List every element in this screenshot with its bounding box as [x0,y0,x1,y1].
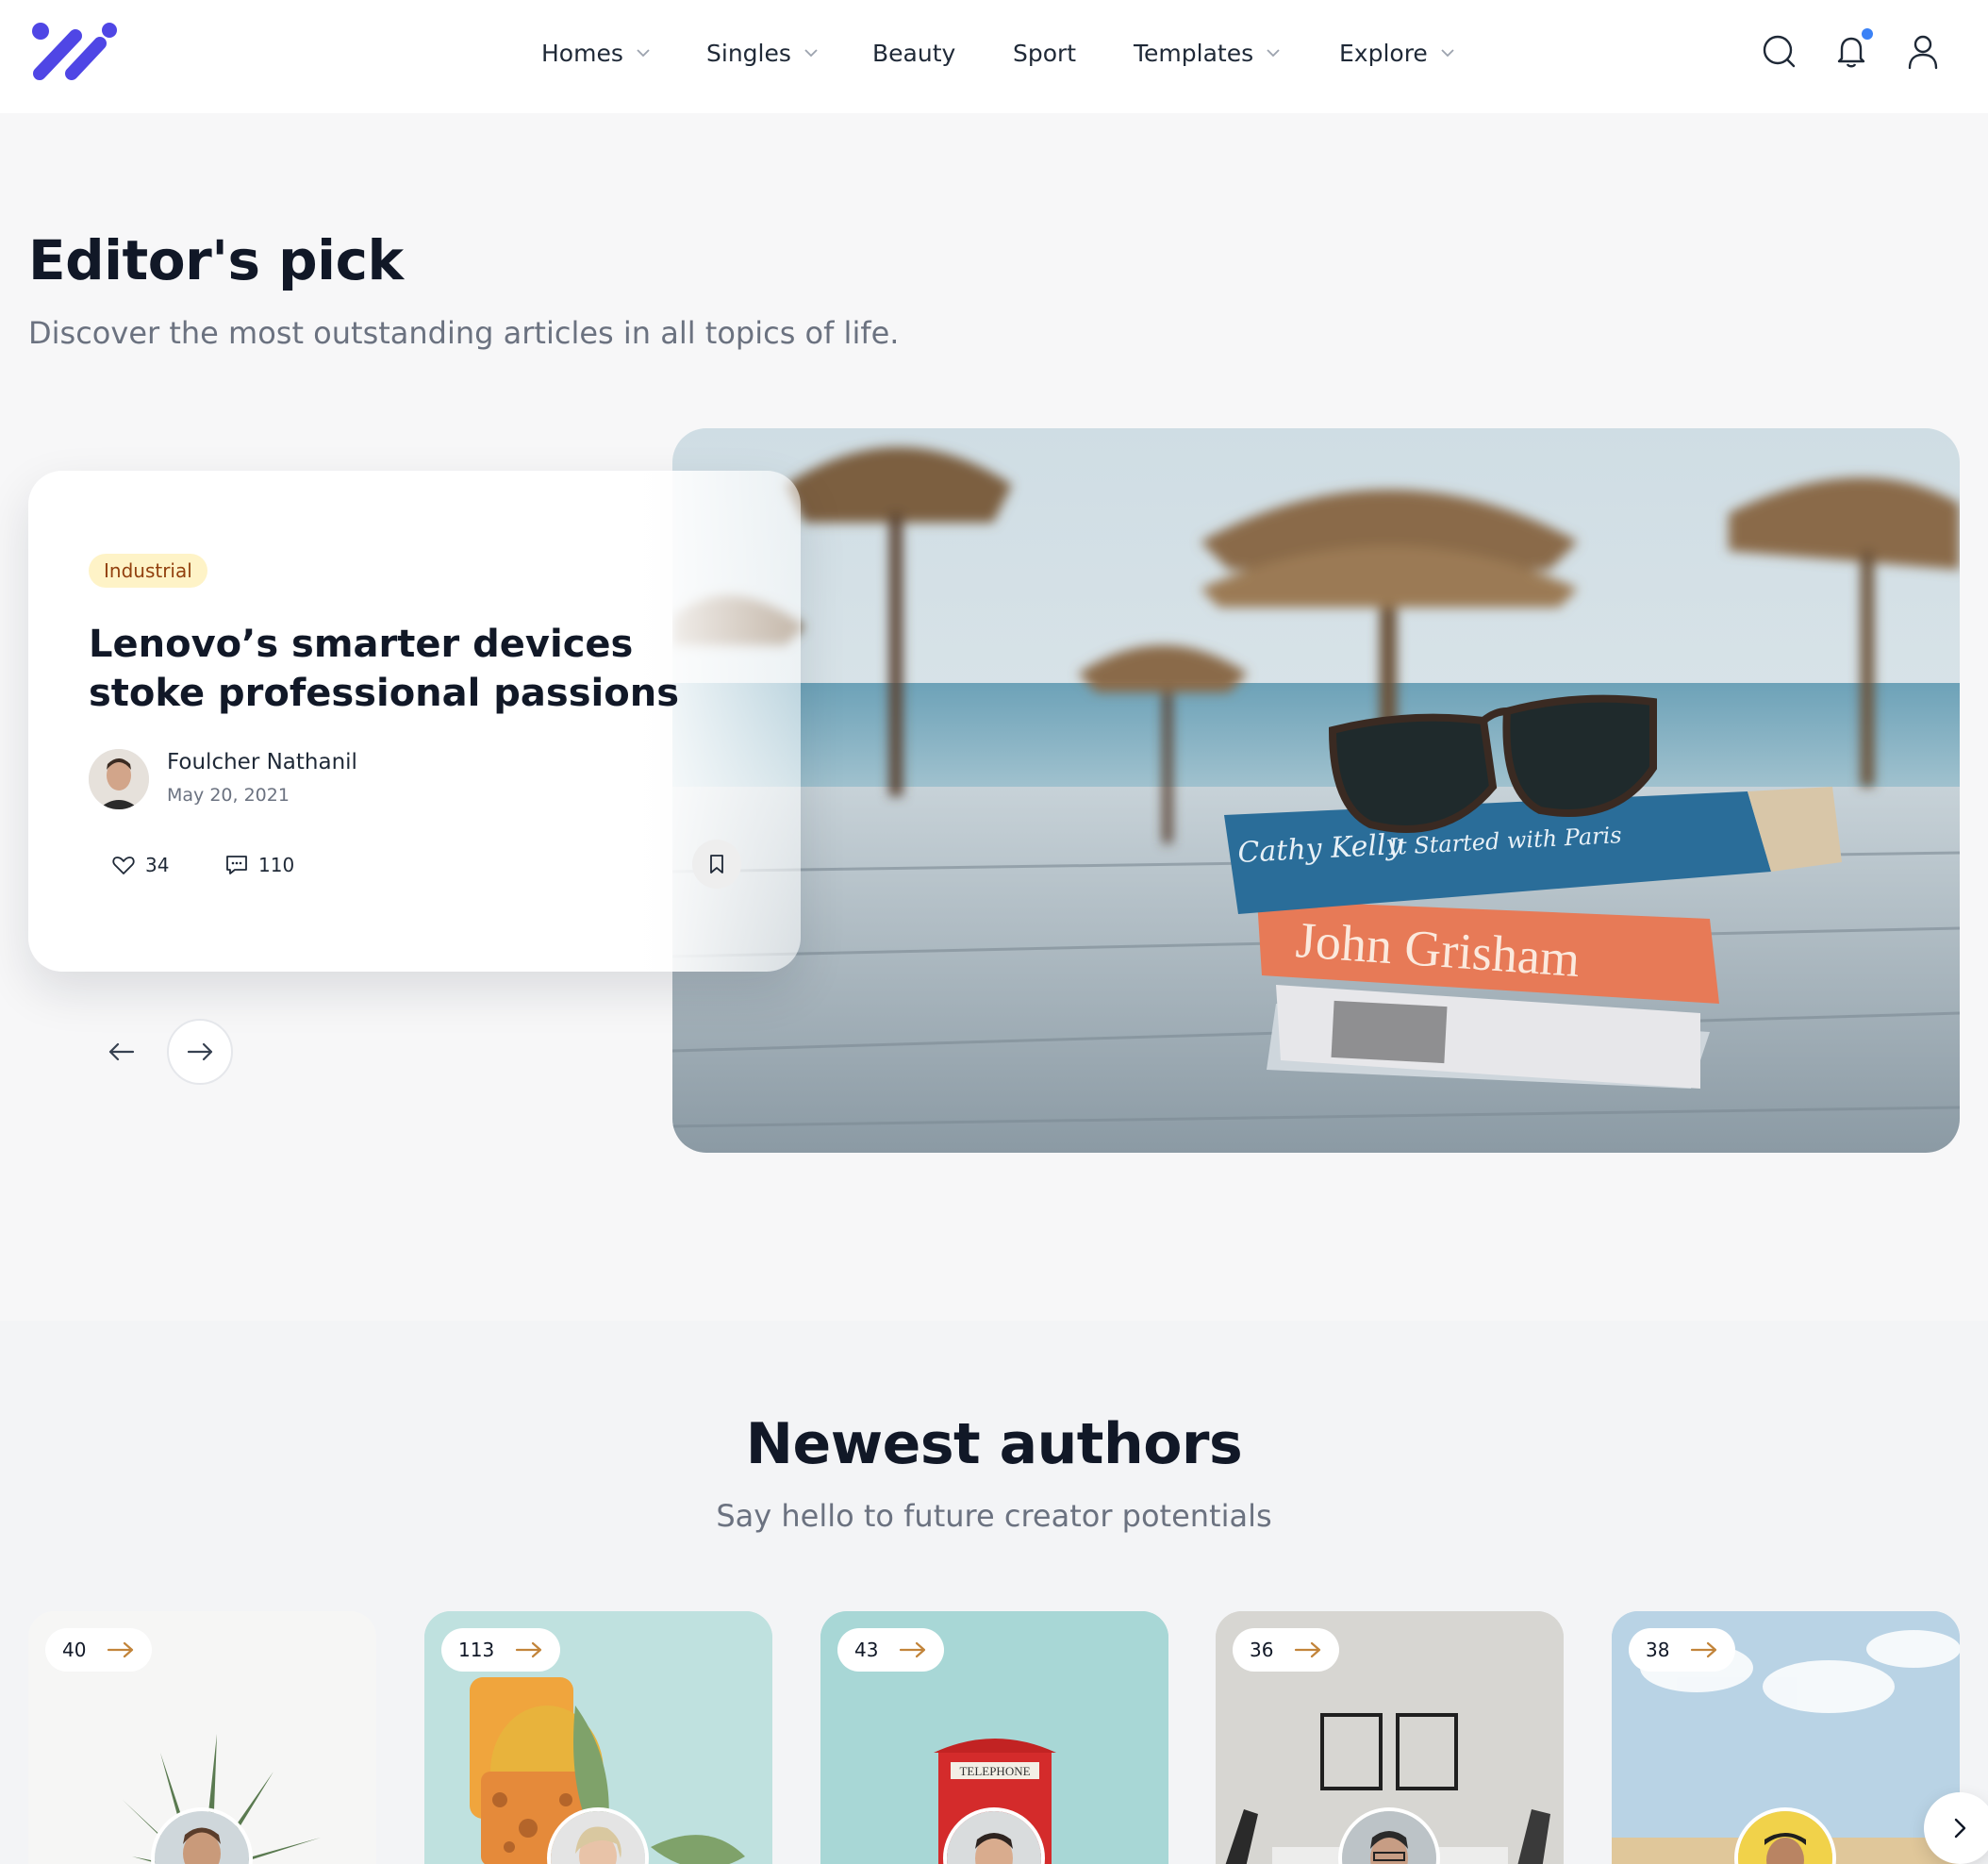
arrow-right-icon [1691,1641,1717,1658]
author-avatar-illustration [551,1811,645,1864]
posts-count-button[interactable]: 38 [1629,1628,1736,1672]
section-subtitle: Say hello to future creator potentials [716,1498,1272,1534]
beach-books-illustration: John Grisham Cathy Kelly It Started with… [672,428,1960,1153]
featured-image[interactable]: John Grisham Cathy Kelly It Started with… [672,428,1960,1153]
search-icon[interactable] [1758,30,1799,72]
chevron-down-icon [1267,49,1280,58]
featured-article-card[interactable]: Industrial Lenovo’s smarter devices stok… [28,471,801,972]
author-card[interactable]: 40 [28,1611,376,1864]
next-button[interactable] [167,1019,233,1085]
bookmark-button[interactable] [692,840,741,889]
nav-label: Sport [1013,39,1077,67]
site-header: Homes Singles Beauty Sport Templates Exp… [0,0,1988,113]
nav-homes[interactable]: Homes [541,34,652,72]
posts-count: 38 [1646,1639,1670,1661]
posts-count-button[interactable]: 43 [837,1628,945,1672]
author-avatar-illustration [1738,1811,1832,1864]
author-card[interactable]: 113 [424,1611,772,1864]
nav-label: Homes [541,39,623,67]
arrow-right-icon [108,1641,134,1658]
heart-icon [112,857,135,874]
arrow-right-icon [187,1042,213,1061]
nav-label: Singles [706,39,791,67]
user-icon[interactable] [1902,30,1944,72]
article-date: May 20, 2021 [167,785,290,806]
nav-explore[interactable]: Explore [1339,34,1456,72]
telephone-sign-text: TELEPHONE [959,1764,1030,1778]
author-avatar-illustration [89,749,149,809]
author-avatar-illustration [155,1811,249,1864]
posts-count-button[interactable]: 113 [441,1628,561,1672]
arrow-right-icon [900,1641,926,1658]
like-button[interactable]: 34 [111,843,169,887]
main-nav: Homes Singles Beauty Sport Templates Exp… [0,0,1988,113]
nav-templates[interactable]: Templates [1134,34,1282,72]
posts-count-button[interactable]: 36 [1233,1628,1340,1672]
bookmark-icon [710,855,723,874]
posts-count: 43 [854,1639,879,1661]
nav-sport[interactable]: Sport [1013,34,1076,72]
nav-singles[interactable]: Singles [706,34,820,72]
author-name[interactable]: Foulcher Nathanil [167,750,357,774]
nav-label: Explore [1339,39,1428,67]
nav-label: Beauty [872,39,956,67]
avatar[interactable] [89,749,149,809]
nav-beauty[interactable]: Beauty [872,34,955,72]
posts-count-button[interactable]: 40 [45,1628,153,1672]
comment-count: 110 [258,854,295,876]
author-avatar-illustration [947,1811,1041,1864]
author-card[interactable]: 36 [1216,1611,1564,1864]
category-badge[interactable]: Industrial [89,554,207,588]
section-subtitle: Discover the most outstanding articles i… [28,315,900,351]
posts-count: 40 [62,1639,87,1661]
like-count: 34 [145,854,170,876]
section-title: Editor's pick [28,228,404,292]
arrow-right-icon [516,1641,542,1658]
previous-button[interactable] [89,1019,155,1085]
notification-dot [1862,28,1873,40]
author-avatar-illustration [1342,1811,1436,1864]
posts-count: 36 [1250,1639,1274,1661]
chevron-down-icon [637,49,650,58]
article-title[interactable]: Lenovo’s smarter devices stoke professio… [89,620,730,718]
arrow-left-icon [108,1042,135,1061]
nav-label: Templates [1134,39,1254,67]
chevron-down-icon [804,49,818,58]
comment-button[interactable]: 110 [224,843,294,887]
section-title: Newest authors [745,1411,1243,1477]
arrow-right-icon [1295,1641,1321,1658]
chevron-down-icon [1441,49,1454,58]
author-card[interactable]: TELEPHONE 43 [820,1611,1168,1864]
authors-next-button[interactable] [1924,1792,1988,1864]
chevron-right-icon [1954,1818,1966,1839]
author-card[interactable]: 38 [1612,1611,1960,1864]
posts-count: 113 [458,1639,495,1661]
comment-icon [226,856,247,874]
